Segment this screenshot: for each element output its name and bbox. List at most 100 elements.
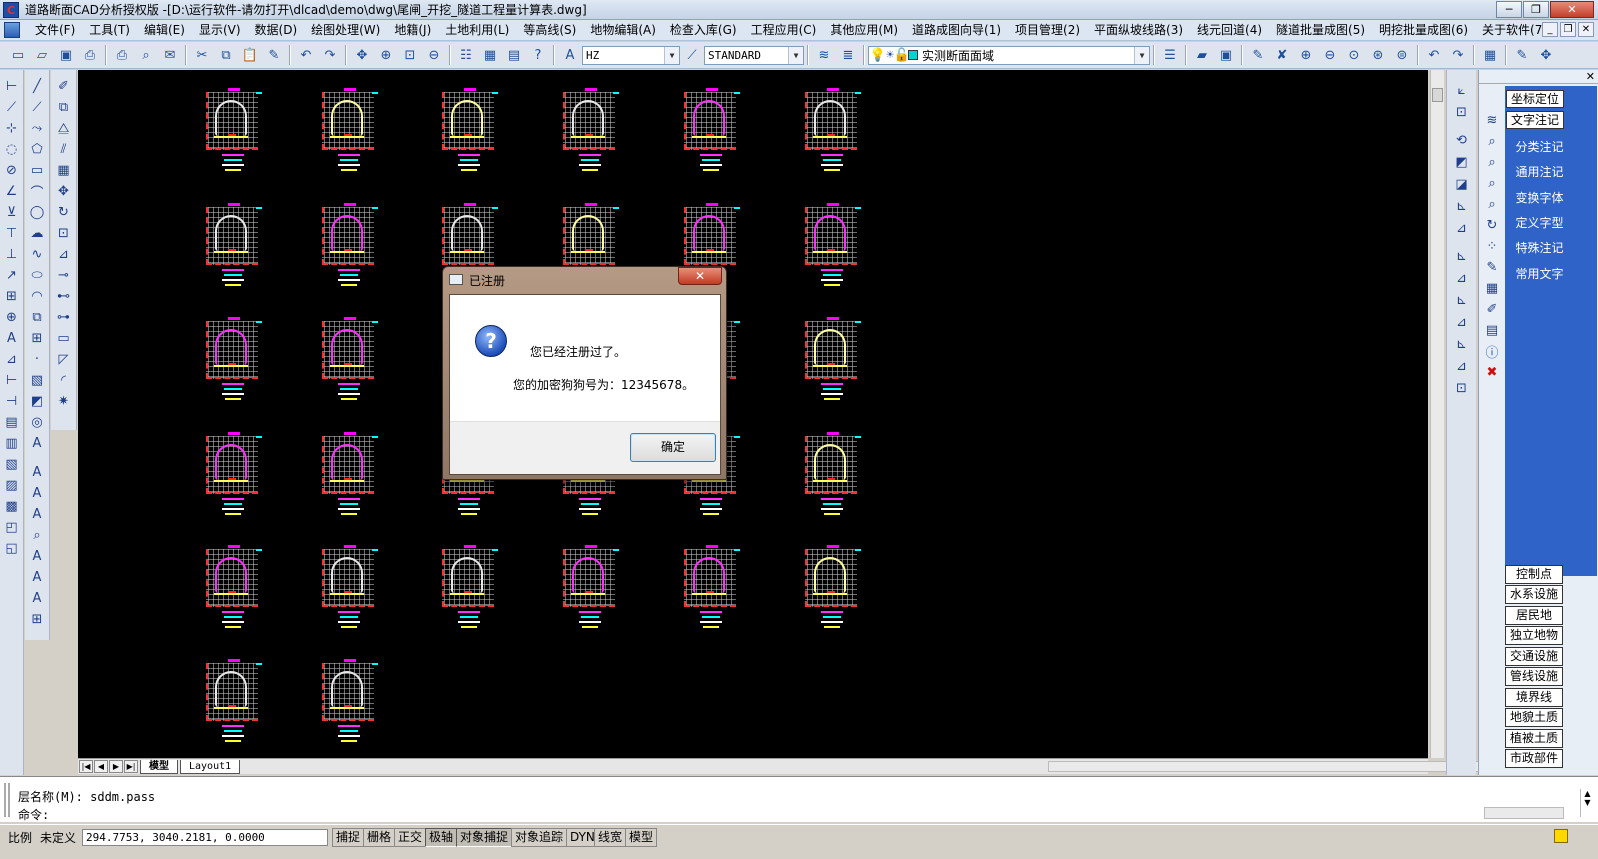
ucs-x-icon[interactable]: ⊾ [1452, 290, 1472, 311]
traffic-facility-button[interactable]: 交通设施 [1505, 647, 1563, 666]
fillet-icon[interactable]: ◜ [54, 370, 74, 391]
tunnel-section-drawing[interactable] [684, 545, 742, 633]
zoom-realtime-icon[interactable]: ⊕ [376, 45, 396, 65]
water-facility-button[interactable]: 水系设施 [1505, 585, 1563, 604]
layers2-icon[interactable]: ▦ [1482, 278, 1502, 299]
menu-cadastre[interactable]: 地籍(J) [387, 20, 438, 40]
single-line-text-icon[interactable]: A [27, 462, 47, 483]
region-draw-icon[interactable]: ◎ [27, 412, 47, 433]
plot-icon[interactable]: ⎙ [80, 45, 100, 65]
edit-icon[interactable]: ✎ [1512, 45, 1532, 65]
layer-previous-icon[interactable]: ≣ [838, 45, 858, 65]
ellipse-icon[interactable]: ⬭ [27, 265, 47, 286]
erase-icon[interactable]: ✘ [1272, 45, 1292, 65]
tab-layout1[interactable]: Layout1 [180, 759, 241, 774]
tunnel-section-drawing[interactable] [805, 545, 863, 633]
doc-restore-button[interactable]: ❐ [1560, 22, 1576, 37]
dim-edit-icon[interactable]: A [2, 328, 22, 349]
residential-button[interactable]: 居民地 [1505, 606, 1563, 625]
construction-line-icon[interactable]: ⟋ [27, 97, 47, 118]
dim-style-icon[interactable]: ⟋ [682, 45, 702, 65]
menu-edit[interactable]: 编辑(E) [137, 20, 192, 40]
ucs-face-icon[interactable]: ◩ [1452, 152, 1472, 173]
vegetation-button[interactable]: 植被土质 [1505, 729, 1563, 748]
move-tool-icon[interactable]: ✥ [54, 181, 74, 202]
doc-minimize-button[interactable]: _ [1542, 22, 1558, 37]
dim-update-icon[interactable]: ⊢ [2, 370, 22, 391]
diameter-dim-icon[interactable]: ⊘ [2, 160, 22, 181]
text-scale-icon[interactable]: A [27, 567, 47, 588]
menu-feature-edit[interactable]: 地物编辑(A) [583, 20, 663, 40]
close-window-button[interactable]: ✕ [1550, 1, 1594, 18]
multiline-text-icon[interactable]: A [27, 433, 47, 454]
open-drawing-icon[interactable]: ▰ [1192, 45, 1212, 65]
ucs-view-icon[interactable]: ⊾ [1452, 196, 1472, 217]
tunnel-section-drawing[interactable] [805, 317, 863, 405]
circle-icon[interactable]: ◯ [27, 202, 47, 223]
baseline-dim-icon[interactable]: ⊤ [2, 223, 22, 244]
explode-icon[interactable]: ✷ [54, 391, 74, 412]
menu-file[interactable]: 文件(F) [28, 20, 82, 40]
zoom-window-icon[interactable]: ⊡ [400, 45, 420, 65]
wipeout-icon[interactable]: ◰ [2, 517, 22, 538]
polar-toggle[interactable]: 极轴 [425, 828, 458, 847]
menu-view[interactable]: 显示(V) [192, 20, 248, 40]
zoom-in-icon[interactable]: ⊕ [1296, 45, 1316, 65]
revision-cloud-icon[interactable]: ☁ [27, 223, 47, 244]
special-annotation-link[interactable]: 特殊注记 [1512, 239, 1567, 256]
polygon-icon[interactable]: ⬠ [27, 139, 47, 160]
model-toggle[interactable]: 模型 [625, 828, 658, 847]
command-input[interactable]: 命令: [18, 806, 49, 823]
join-icon[interactable]: ▭ [54, 328, 74, 349]
lineweight-toggle[interactable]: 线宽 [594, 828, 627, 847]
pencil-icon[interactable]: ✎ [1482, 257, 1502, 278]
tunnel-section-drawing[interactable] [206, 317, 264, 405]
array-icon[interactable]: ▦ [54, 160, 74, 181]
redo-icon[interactable]: ↷ [320, 45, 340, 65]
osnap-toggle[interactable]: 对象捕捉 [456, 828, 513, 847]
layer-select[interactable]: 💡 ☀ 🔓 实测断面面域 ▼ [868, 45, 1150, 65]
radius-dim-icon[interactable]: ◌ [2, 139, 22, 160]
table-edit-icon[interactable]: ▤ [2, 412, 22, 433]
open-file-icon[interactable]: ▱ [32, 45, 52, 65]
pan-icon[interactable]: ✥ [352, 45, 372, 65]
print-icon[interactable]: ⎙ [112, 45, 132, 65]
define-font-link[interactable]: 定义字型 [1512, 214, 1567, 231]
spline-icon[interactable]: ∿ [27, 244, 47, 265]
snap-toggle[interactable]: 捕捉 [332, 828, 365, 847]
menu-check-import[interactable]: 检查入库(G) [663, 20, 744, 40]
tunnel-section-drawing[interactable] [206, 659, 264, 747]
tunnel-section-drawing[interactable] [322, 203, 380, 291]
first-tab-button[interactable]: |◀ [79, 760, 93, 773]
ordinate-dim-icon[interactable]: ⊹ [2, 118, 22, 139]
match-properties-icon[interactable]: ✎ [264, 45, 284, 65]
dim-text-edit-icon[interactable]: ⊿ [2, 349, 22, 370]
menu-contours[interactable]: 等高线(S) [516, 20, 583, 40]
leader-icon[interactable]: ↗ [2, 265, 22, 286]
rectangle-icon[interactable]: ▭ [27, 160, 47, 181]
canvas-vertical-scrollbar[interactable] [1430, 70, 1444, 758]
restore-button[interactable]: ❐ [1523, 1, 1549, 18]
erase-tool-icon[interactable]: ✐ [54, 76, 74, 97]
hatch-icon[interactable]: ▧ [2, 454, 22, 475]
magnify-icon[interactable]: ⌕ [1482, 173, 1502, 194]
make-block-icon[interactable]: ⊞ [27, 328, 47, 349]
continue-dim-icon[interactable]: ⊥ [2, 244, 22, 265]
redo2-icon[interactable]: ↷ [1448, 45, 1468, 65]
tunnel-section-drawing[interactable] [563, 545, 621, 633]
close-icon[interactable]: ✕ [1586, 70, 1595, 83]
menu-data[interactable]: 数据(D) [248, 20, 305, 40]
scroll-thumb[interactable] [1432, 88, 1443, 102]
chevron-down-icon[interactable]: ▼ [1134, 46, 1149, 64]
ucs-world-icon[interactable]: ⊡ [1452, 102, 1472, 123]
tunnel-section-drawing[interactable] [322, 659, 380, 747]
angular-dim-icon[interactable]: ∠ [2, 181, 22, 202]
grid-dots-icon[interactable]: ⁘ [1482, 236, 1502, 257]
text-justify-icon[interactable]: A [27, 588, 47, 609]
delete-icon[interactable]: ✖ [1482, 362, 1502, 383]
prev-tab-button[interactable]: ◀ [94, 760, 108, 773]
cut-icon[interactable]: ✂ [192, 45, 212, 65]
tunnel-section-drawing[interactable] [322, 432, 380, 520]
insert-block-icon[interactable]: ⧉ [27, 307, 47, 328]
last-tab-button[interactable]: ▶| [124, 760, 138, 773]
